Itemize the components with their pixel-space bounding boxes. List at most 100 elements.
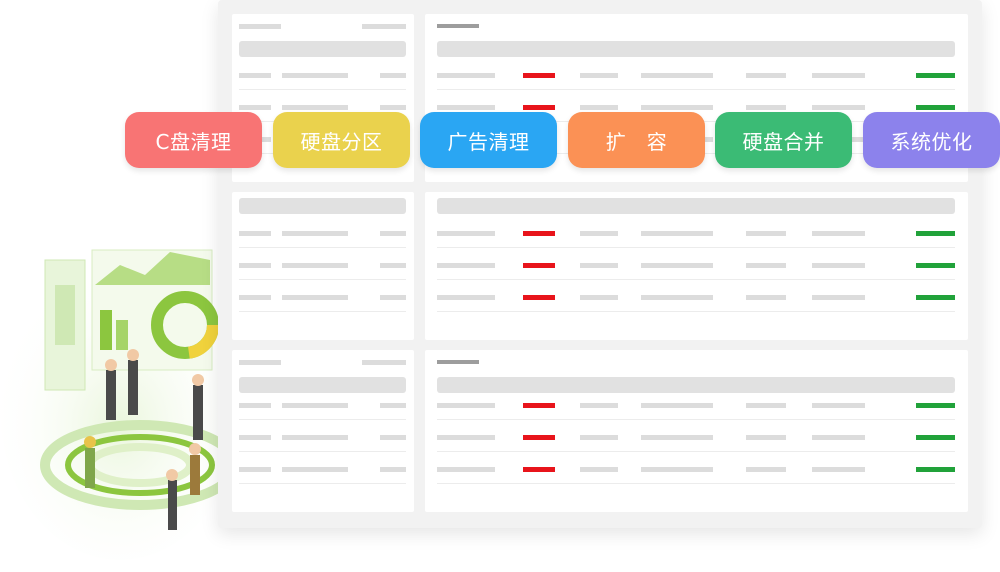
row-divider — [239, 247, 406, 248]
placeholder-title-bar — [437, 41, 955, 57]
placeholder-cell — [239, 105, 271, 110]
placeholder-cell — [812, 295, 865, 300]
placeholder-cell — [641, 231, 713, 236]
placeholder-header — [239, 360, 281, 365]
placeholder-cell — [580, 435, 618, 440]
status-green — [916, 403, 955, 408]
status-green — [916, 105, 955, 110]
placeholder-cell — [580, 403, 618, 408]
placeholder-header — [362, 360, 406, 365]
placeholder-cell — [580, 105, 618, 110]
row-divider — [437, 311, 955, 312]
status-green — [916, 73, 955, 78]
placeholder-cell — [380, 73, 406, 78]
row-divider — [437, 451, 955, 452]
row-divider — [239, 419, 406, 420]
placeholder-cell — [380, 295, 406, 300]
placeholder-cell — [641, 403, 713, 408]
placeholder-cell — [380, 435, 406, 440]
status-red — [523, 105, 555, 110]
status-green — [916, 295, 955, 300]
status-green — [916, 467, 955, 472]
placeholder-cell — [746, 263, 786, 268]
ad-clean-button[interactable]: 广告清理 — [420, 112, 557, 168]
placeholder-cell — [282, 73, 348, 78]
placeholder-cell — [746, 467, 786, 472]
system-optimize-button[interactable]: 系统优化 — [863, 112, 1000, 168]
row-divider — [437, 419, 955, 420]
placeholder-cell — [746, 403, 786, 408]
placeholder-cell — [437, 435, 495, 440]
placeholder-title-bar — [239, 198, 406, 214]
placeholder-cell — [239, 435, 271, 440]
placeholder-cell — [641, 73, 713, 78]
placeholder-cell — [282, 467, 348, 472]
expand-button[interactable]: 扩 容 — [568, 112, 705, 168]
row-divider — [437, 89, 955, 90]
placeholder-cell — [239, 263, 271, 268]
placeholder-cell — [812, 73, 865, 78]
row-divider — [239, 311, 406, 312]
status-red — [523, 231, 555, 236]
placeholder-header — [437, 360, 479, 364]
c-drive-clean-button[interactable]: C盘清理 — [125, 112, 262, 168]
placeholder-cell — [282, 435, 348, 440]
placeholder-cell — [437, 295, 495, 300]
button-label: C盘清理 — [155, 129, 232, 154]
disk-merge-button[interactable]: 硬盘合并 — [715, 112, 852, 168]
button-label: 系统优化 — [890, 129, 973, 154]
placeholder-cell — [437, 231, 495, 236]
placeholder-cell — [746, 231, 786, 236]
placeholder-cell — [746, 295, 786, 300]
placeholder-cell — [580, 467, 618, 472]
placeholder-cell — [239, 467, 271, 472]
team-dashboard-illustration-icon — [0, 249, 240, 560]
placeholder-cell — [746, 105, 786, 110]
placeholder-cell — [437, 467, 495, 472]
placeholder-cell — [282, 295, 348, 300]
placeholder-title-bar — [437, 377, 955, 393]
placeholder-cell — [812, 105, 865, 110]
row-divider — [437, 279, 955, 280]
placeholder-cell — [812, 435, 865, 440]
row-divider — [239, 483, 406, 484]
button-label: 硬盘合并 — [742, 129, 825, 154]
placeholder-cell — [580, 231, 618, 236]
status-red — [523, 73, 555, 78]
placeholder-cell — [239, 231, 271, 236]
status-red — [523, 263, 555, 268]
placeholder-header — [437, 24, 479, 28]
detail-card — [425, 192, 968, 340]
placeholder-cell — [641, 467, 713, 472]
placeholder-title-bar — [239, 377, 406, 393]
row-divider — [437, 483, 955, 484]
status-green — [916, 435, 955, 440]
button-label: 广告清理 — [447, 129, 530, 154]
placeholder-cell — [580, 73, 618, 78]
row-divider — [437, 247, 955, 248]
placeholder-cell — [580, 295, 618, 300]
row-divider — [239, 279, 406, 280]
row-divider — [239, 451, 406, 452]
status-red — [523, 403, 555, 408]
placeholder-cell — [580, 263, 618, 268]
placeholder-cell — [641, 435, 713, 440]
placeholder-cell — [641, 105, 713, 110]
status-red — [523, 295, 555, 300]
placeholder-cell — [239, 73, 271, 78]
placeholder-cell — [641, 295, 713, 300]
status-green — [916, 263, 955, 268]
placeholder-cell — [746, 73, 786, 78]
placeholder-cell — [239, 403, 271, 408]
placeholder-cell — [812, 263, 865, 268]
placeholder-cell — [437, 263, 495, 268]
placeholder-cell — [380, 467, 406, 472]
placeholder-cell — [380, 263, 406, 268]
button-label: 硬盘分区 — [300, 129, 383, 154]
placeholder-cell — [282, 403, 348, 408]
placeholder-cell — [282, 231, 348, 236]
disk-partition-button[interactable]: 硬盘分区 — [273, 112, 410, 168]
placeholder-cell — [641, 263, 713, 268]
placeholder-cell — [437, 73, 495, 78]
summary-card — [232, 350, 414, 512]
